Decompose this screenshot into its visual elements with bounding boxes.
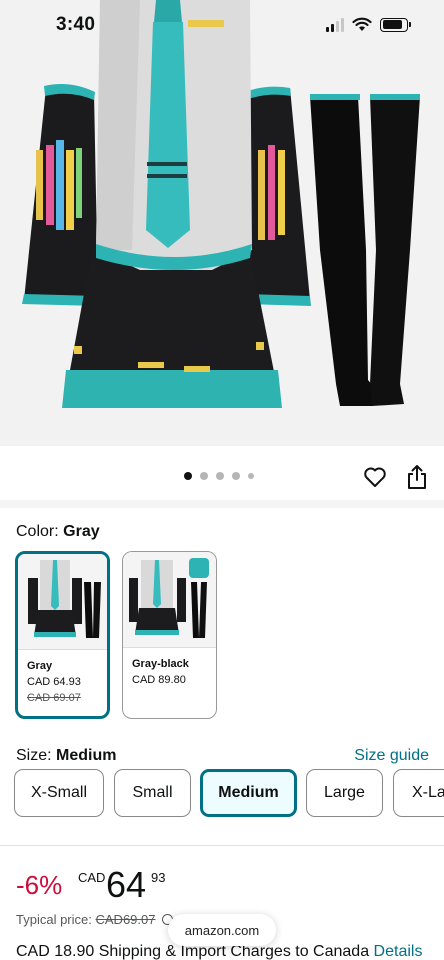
cellular-signal-icon (326, 17, 344, 32)
swatch-price: CAD 64.93 (27, 676, 81, 688)
size-option-small[interactable]: Small (114, 769, 191, 817)
swatch-thumbnail (18, 554, 107, 650)
heart-icon[interactable] (362, 464, 388, 490)
left-sleeve (22, 84, 98, 306)
carousel-dot[interactable] (216, 472, 224, 480)
swatch-name: Gray (27, 660, 53, 672)
share-icon[interactable] (404, 464, 430, 490)
color-label-text: Color: (16, 523, 59, 540)
color-selected-value: Gray (63, 523, 100, 540)
size-option-large[interactable]: Large (306, 769, 383, 817)
wifi-icon (352, 17, 372, 31)
size-option-x-large[interactable]: X-La (393, 769, 444, 817)
swatch-name: Gray-black (132, 658, 189, 670)
status-time: 3:40 (56, 14, 96, 35)
size-option-medium[interactable]: Medium (200, 769, 297, 817)
status-icons (326, 17, 411, 32)
typical-price: Typical price: CAD69.07 (16, 912, 174, 927)
carousel-dots[interactable] (184, 472, 254, 480)
product-image[interactable] (0, 0, 444, 446)
carousel-dot[interactable] (232, 472, 240, 480)
carousel-dot[interactable] (200, 472, 208, 480)
skirt (62, 250, 282, 408)
size-label: Size: Medium (16, 747, 116, 765)
browser-url-pill[interactable]: amazon.com (168, 914, 276, 946)
swatch-old-price: CAD 69.07 (27, 692, 81, 704)
color-option-gray-black[interactable]: Gray-black CAD 89.80 (122, 551, 217, 719)
carousel-dot[interactable] (184, 472, 192, 480)
color-option-gray[interactable]: Gray CAD 64.93 CAD 69.07 (15, 551, 110, 719)
battery-icon (380, 17, 411, 32)
typical-price-label: Typical price: (16, 912, 92, 927)
size-guide-link[interactable]: Size guide (354, 747, 429, 765)
price-fraction: 93 (151, 870, 166, 885)
typical-price-value: CAD69.07 (95, 912, 156, 927)
discount-percent: -6% (16, 870, 63, 900)
size-selected-value: Medium (56, 747, 117, 764)
shipping-details-link[interactable]: Details (374, 943, 423, 960)
costume-illustration (22, 0, 420, 408)
size-label-text: Size: (16, 747, 52, 764)
swatch-price: CAD 89.80 (132, 674, 186, 686)
status-bar: 3:40 (0, 0, 444, 52)
carousel-dot[interactable] (248, 473, 254, 479)
size-option-x-small[interactable]: X-Small (14, 769, 104, 817)
price-whole: 64 (106, 864, 147, 905)
section-divider (0, 500, 444, 508)
section-divider-line (0, 845, 444, 846)
swatch-thumbnail (123, 552, 216, 648)
stockings (310, 94, 420, 406)
price-currency: CAD (78, 870, 106, 885)
color-label: Color: Gray (16, 523, 100, 541)
